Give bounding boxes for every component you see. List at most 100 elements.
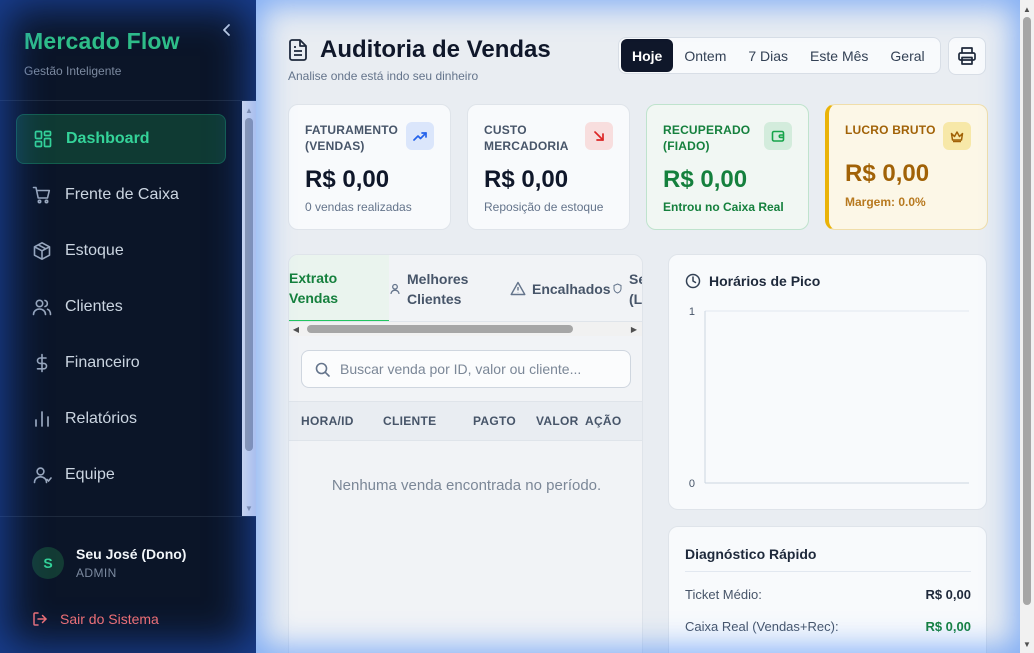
box-icon bbox=[32, 241, 52, 261]
filter-hoje[interactable]: Hoje bbox=[621, 39, 674, 72]
sidebar-scroll-thumb[interactable] bbox=[245, 118, 253, 451]
card-note: Entrou no Caixa Real bbox=[663, 200, 784, 214]
diagnostic-label: Caixa Real (Vendas+Rec): bbox=[685, 619, 839, 634]
sidebar-item-clientes[interactable]: Clientes bbox=[16, 282, 226, 332]
sales-panel: Extrato Vendas Melhores Clientes Encalha… bbox=[288, 254, 643, 653]
users-icon bbox=[32, 297, 52, 317]
page-scrollbar[interactable]: ▲ ▼ bbox=[1020, 0, 1034, 653]
filter-geral[interactable]: Geral bbox=[879, 39, 935, 72]
scroll-up-arrow-icon[interactable]: ▲ bbox=[242, 103, 256, 117]
page-title-text: Auditoria de Vendas bbox=[320, 36, 551, 63]
brand: Mercado Flow Gestão Inteligente bbox=[24, 28, 180, 78]
card-value: R$ 0,00 bbox=[484, 166, 569, 193]
file-text-icon bbox=[288, 38, 310, 62]
tabs-scroll-thumb[interactable] bbox=[307, 325, 573, 333]
page-scroll-thumb[interactable] bbox=[1023, 17, 1031, 605]
user-info: Seu José (Dono) ADMIN bbox=[76, 546, 186, 580]
tab-melhores-clientes[interactable]: Melhores Clientes bbox=[389, 255, 489, 321]
sidebar-item-frente-de-caixa[interactable]: Frente de Caixa bbox=[16, 170, 226, 220]
scroll-up-arrow-icon[interactable]: ▲ bbox=[1020, 2, 1034, 16]
dollar-icon bbox=[32, 353, 52, 373]
scroll-down-arrow-icon[interactable]: ▼ bbox=[242, 501, 256, 515]
page-subtitle: Analise onde está indo seu dinheiro bbox=[288, 69, 479, 83]
main-content: Auditoria de Vendas Analise onde está in… bbox=[256, 0, 1034, 653]
diagnostic-value: R$ 0,00 bbox=[925, 619, 971, 634]
diagnostic-row-ticket-medio: Ticket Médio: R$ 0,00 bbox=[685, 587, 971, 602]
printer-icon bbox=[958, 47, 976, 65]
sidebar-scrollbar[interactable]: ▲ ▼ bbox=[242, 101, 256, 516]
user-name: Seu José (Dono) bbox=[76, 546, 187, 562]
peak-hours-panel: Horários de Pico 01 bbox=[668, 254, 987, 510]
tabs-scrollbar[interactable]: ◀ ▶ bbox=[289, 322, 642, 336]
search-input[interactable] bbox=[340, 361, 620, 377]
column-acao[interactable]: AÇÃO bbox=[585, 414, 622, 428]
sidebar-footer-divider bbox=[0, 516, 256, 517]
diagnostic-value: R$ 0,00 bbox=[925, 587, 971, 602]
period-filter: Hoje Ontem 7 Dias Este Mês Geral bbox=[618, 37, 941, 74]
filter-ontem[interactable]: Ontem bbox=[673, 39, 737, 72]
card-value: R$ 0,00 bbox=[663, 166, 748, 193]
sidebar-nav: Dashboard Frente de Caixa Estoque Client… bbox=[16, 114, 226, 506]
tab-label: Melhores Clientes bbox=[407, 270, 469, 307]
sidebar-item-dashboard[interactable]: Dashboard bbox=[16, 114, 226, 164]
peak-hours-title: Horários de Pico bbox=[685, 273, 820, 289]
sidebar-item-label: Dashboard bbox=[66, 130, 150, 147]
column-pagto[interactable]: PAGTO bbox=[473, 414, 516, 428]
filter-7-dias[interactable]: 7 Dias bbox=[737, 39, 799, 72]
card-label: RECUPERADO (FIADO) bbox=[663, 123, 751, 153]
scroll-left-arrow-icon[interactable]: ◀ bbox=[289, 322, 303, 336]
sidebar-item-relatorios[interactable]: Relatórios bbox=[16, 394, 226, 444]
brand-subtitle: Gestão Inteligente bbox=[24, 64, 122, 78]
card-value: R$ 0,00 bbox=[305, 166, 390, 193]
column-valor[interactable]: VALOR bbox=[536, 414, 579, 428]
user-profile[interactable]: S Seu José (Dono) ADMIN bbox=[32, 546, 186, 580]
logout-button[interactable]: Sair do Sistema bbox=[32, 610, 159, 628]
sidebar-item-financeiro[interactable]: Financeiro bbox=[16, 338, 226, 388]
user-role: ADMIN bbox=[76, 566, 117, 580]
tab-extrato-vendas[interactable]: Extrato Vendas bbox=[289, 255, 389, 321]
chevron-left-icon bbox=[223, 24, 230, 36]
user-icon bbox=[389, 283, 401, 295]
user-icon bbox=[32, 465, 52, 485]
diagnostic-title: Diagnóstico Rápido bbox=[685, 546, 817, 562]
sidebar-item-label: Financeiro bbox=[65, 354, 140, 371]
clock-icon bbox=[685, 273, 701, 289]
tab-label: Encalhados bbox=[532, 280, 611, 297]
logout-label: Sair do Sistema bbox=[60, 611, 159, 627]
peak-hours-title-text: Horários de Pico bbox=[709, 273, 821, 289]
sidebar-item-estoque[interactable]: Estoque bbox=[16, 226, 226, 276]
column-cliente[interactable]: CLIENTE bbox=[383, 414, 436, 428]
sales-search bbox=[301, 350, 631, 388]
sidebar-item-equipe[interactable]: Equipe bbox=[16, 450, 226, 500]
sidebar-divider bbox=[0, 100, 256, 101]
logout-icon bbox=[32, 610, 50, 628]
search-icon bbox=[315, 362, 330, 377]
print-button[interactable] bbox=[948, 37, 986, 75]
crown-icon bbox=[943, 122, 971, 150]
card-faturamento: FATURAMENTO (VENDAS) R$ 0,00 0 vendas re… bbox=[288, 104, 451, 230]
card-note: Margem: 0.0% bbox=[845, 195, 926, 209]
tab-more[interactable]: Se (L bbox=[629, 255, 642, 321]
card-custo: CUSTO MERCADORIA R$ 0,00 Reposição de es… bbox=[467, 104, 630, 230]
column-hora-id[interactable]: HORA/ID bbox=[301, 414, 354, 428]
card-note: 0 vendas realizadas bbox=[305, 200, 412, 214]
alert-triangle-icon bbox=[510, 281, 526, 296]
card-note: Reposição de estoque bbox=[484, 200, 604, 214]
dashboard-icon bbox=[33, 129, 53, 149]
tab-encalhados[interactable]: Encalhados bbox=[510, 255, 625, 321]
collapse-sidebar-button[interactable] bbox=[218, 20, 236, 40]
sales-tabs: Extrato Vendas Melhores Clientes Encalha… bbox=[289, 255, 642, 322]
filter-este-mes[interactable]: Este Mês bbox=[799, 39, 879, 72]
diagnostic-row-caixa-real: Caixa Real (Vendas+Rec): R$ 0,00 bbox=[685, 619, 971, 634]
trending-up-icon bbox=[406, 122, 434, 150]
sidebar: Mercado Flow Gestão Inteligente Dashboar… bbox=[0, 0, 256, 653]
table-header: HORA/ID CLIENTE PAGTO VALOR AÇÃO bbox=[289, 401, 642, 441]
scroll-right-arrow-icon[interactable]: ▶ bbox=[627, 322, 641, 336]
scroll-down-arrow-icon[interactable]: ▼ bbox=[1020, 637, 1034, 651]
chart-y-tick-label: 0 bbox=[689, 478, 695, 490]
arrow-down-right-icon bbox=[585, 122, 613, 150]
card-label: FATURAMENTO (VENDAS) bbox=[305, 123, 399, 153]
sidebar-item-label: Frente de Caixa bbox=[65, 186, 179, 203]
card-label: CUSTO MERCADORIA bbox=[484, 123, 569, 153]
sidebar-item-label: Clientes bbox=[65, 298, 123, 315]
